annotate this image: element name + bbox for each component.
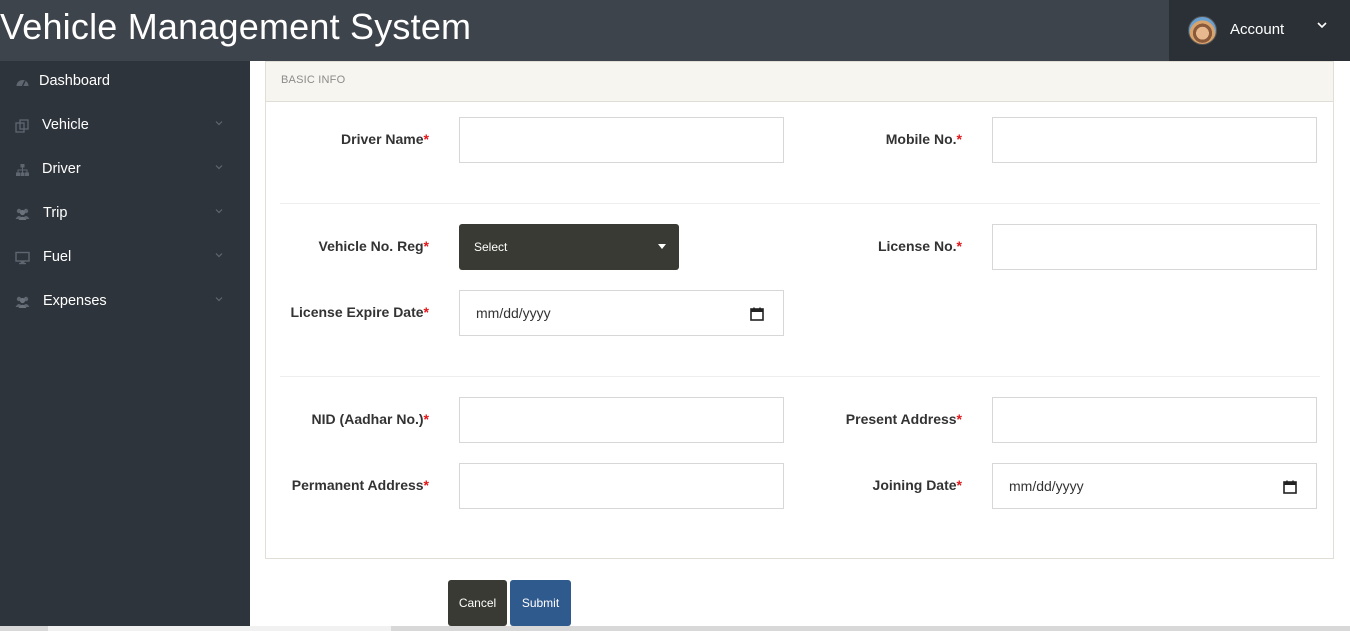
joining-date-label: Joining Date* [712,477,962,493]
present-address-label: Present Address* [712,411,962,427]
caret-down-icon [658,244,666,249]
account-menu[interactable]: Account [1169,0,1350,61]
chevron-down-icon [214,294,224,304]
label-text: Vehicle No. Reg [318,238,424,254]
vehicle-no-reg-label: Vehicle No. Reg* [179,238,430,254]
sidebar-item-label: Expenses [43,293,107,309]
chevron-down-icon [214,118,224,128]
app-title: Vehicle Management System [0,6,472,47]
required-mark: * [423,477,429,493]
sidebar-item-trip[interactable]: Trip [0,193,250,237]
label-text: Present Address [845,411,957,427]
mobile-no-label: Mobile No.* [712,131,962,147]
panel-header: BASIC INFO [266,62,1333,102]
sidebar-item-label: Vehicle [42,117,89,133]
driver-name-label: Driver Name* [179,131,429,147]
top-header: Vehicle Management System Account [0,0,1350,61]
users-icon [15,295,30,309]
calendar-icon[interactable] [749,306,765,322]
required-mark: * [956,131,962,147]
cancel-button[interactable]: Cancel [448,580,507,626]
joining-date-input[interactable]: mm/dd/yyyy [992,463,1317,509]
users-icon [15,207,30,221]
required-mark: * [423,131,429,147]
sidebar-item-label: Dashboard [39,73,110,89]
vehicle-no-reg-select[interactable]: Select [459,224,679,270]
present-address-input[interactable] [992,397,1317,443]
label-text: License No. [877,238,957,254]
scrollbar-thumb[interactable] [48,626,391,631]
account-label[interactable]: Account [1230,21,1284,38]
license-expire-date-input[interactable]: mm/dd/yyyy [459,290,784,336]
required-mark: * [956,411,962,427]
copy-icon [15,119,30,133]
chevron-down-icon [214,162,224,172]
calendar-icon[interactable] [1282,479,1298,495]
label-text: Mobile No. [885,131,957,147]
sitemap-icon [15,163,30,177]
row-divider [280,203,1320,204]
date-placeholder: mm/dd/yyyy [476,305,551,321]
label-text: NID (Aadhar No.) [311,411,424,427]
chevron-down-icon[interactable] [1317,19,1327,33]
sidebar-item-label: Fuel [43,249,72,265]
section-title: BASIC INFO [281,74,346,86]
label-text: License Expire Date [290,304,424,320]
label-text: Permanent Address [291,477,424,493]
required-mark: * [423,411,429,427]
license-no-label: License No.* [712,238,962,254]
license-expire-date-label: License Expire Date* [179,304,429,320]
submit-button[interactable]: Submit [510,580,571,626]
label-text: Driver Name [341,131,424,147]
license-no-input[interactable] [992,224,1317,270]
desktop-icon [15,251,30,265]
required-mark: * [423,304,429,320]
avatar[interactable] [1188,16,1217,45]
required-mark: * [956,238,962,254]
sidebar-item-dashboard[interactable]: Dashboard [0,61,250,105]
nid-label: NID (Aadhar No.)* [179,411,429,427]
label-text: Joining Date [872,477,957,493]
row-divider [280,376,1320,377]
mobile-no-input[interactable] [992,117,1317,163]
required-mark: * [956,477,962,493]
dashboard-icon [15,75,30,89]
chevron-down-icon [214,206,224,216]
permanent-address-label: Permanent Address* [179,477,429,493]
sidebar-item-driver[interactable]: Driver [0,149,250,193]
date-placeholder: mm/dd/yyyy [1009,478,1084,494]
sidebar-item-label: Driver [42,161,81,177]
sidebar-item-label: Trip [43,205,68,221]
horizontal-scrollbar[interactable] [0,626,1350,631]
select-value: Select [474,240,508,254]
required-mark: * [423,238,429,254]
